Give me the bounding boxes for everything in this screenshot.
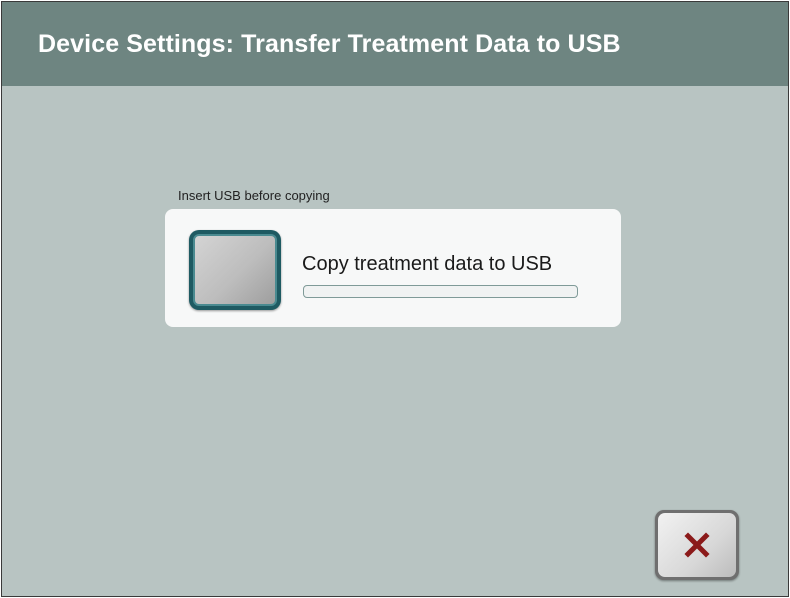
copy-panel: Copy treatment data to USB — [165, 209, 621, 327]
page-title: Device Settings: Transfer Treatment Data… — [38, 30, 621, 58]
close-icon[interactable] — [680, 528, 714, 562]
copy-to-usb-button[interactable] — [189, 230, 281, 310]
copy-progress-bar — [303, 285, 578, 298]
screen: Device Settings: Transfer Treatment Data… — [1, 1, 789, 597]
title-bar: Device Settings: Transfer Treatment Data… — [2, 2, 788, 86]
copy-to-usb-label: Copy treatment data to USB — [302, 253, 553, 275]
close-button[interactable] — [655, 510, 739, 580]
copy-to-usb-button-face[interactable] — [193, 234, 277, 306]
usb-hint-label: Insert USB before copying — [178, 188, 330, 203]
close-button-face[interactable] — [658, 513, 736, 577]
